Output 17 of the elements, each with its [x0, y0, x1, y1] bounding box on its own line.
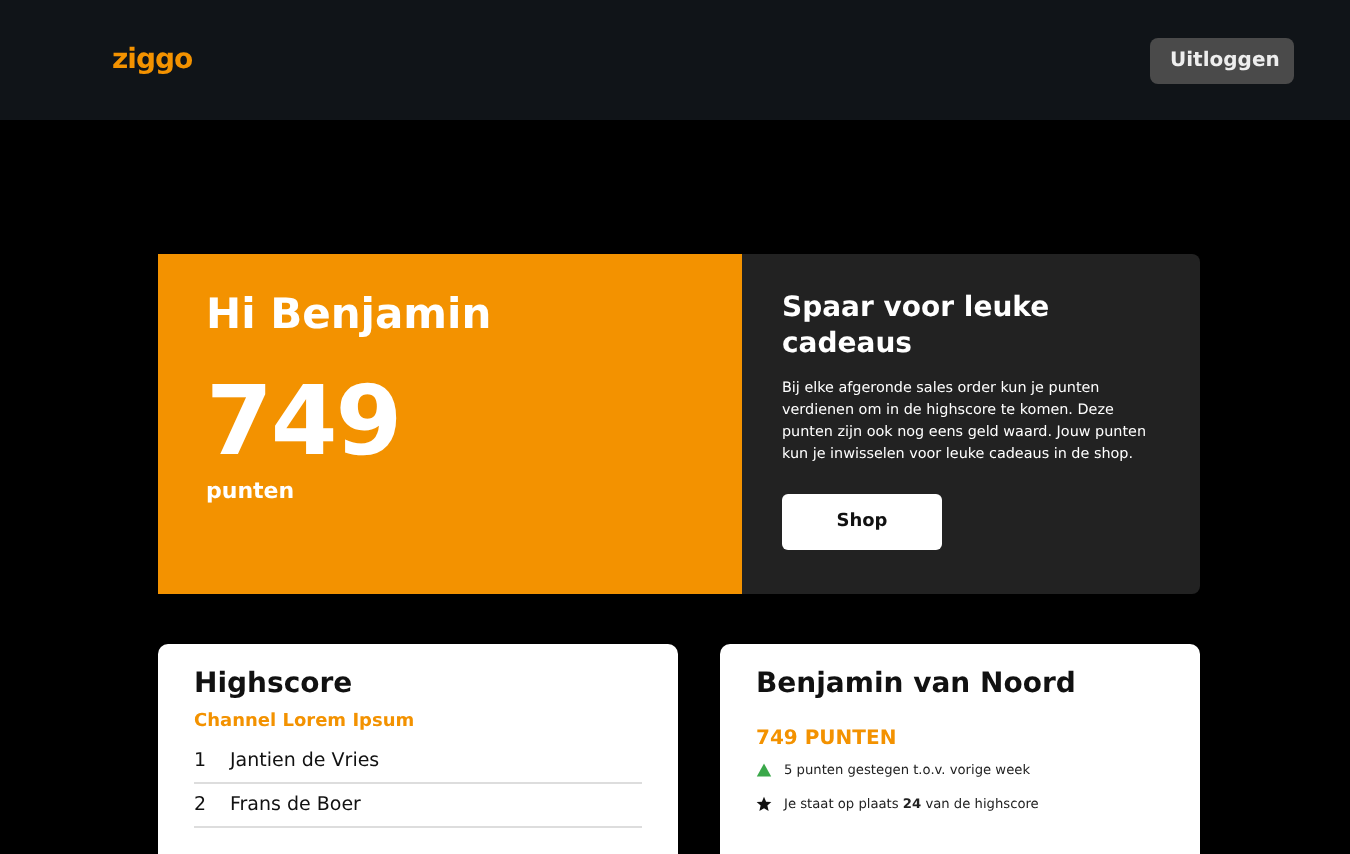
- points-label: punten: [206, 478, 297, 504]
- points-value: 749: [206, 374, 403, 470]
- channel-name: Channel Lorem Ipsum: [194, 712, 417, 732]
- rank-number: 2: [194, 794, 206, 816]
- shop-button[interactable]: Shop: [782, 493, 942, 550]
- card-title: Highscore: [194, 668, 355, 700]
- triangle-up-icon: [756, 762, 772, 778]
- player-name: Frans de Boer: [230, 794, 361, 816]
- profile-points: 749 PUNTEN: [756, 728, 899, 750]
- logout-button[interactable]: Uitloggen: [1150, 37, 1294, 83]
- logo: ziggo: [112, 44, 193, 76]
- profile-name: Benjamin van Noord: [756, 668, 1078, 700]
- player-name: Jantien de Vries: [230, 750, 380, 772]
- info-title: Spaar voor leuke cadeaus: [782, 290, 1052, 363]
- greeting: Hi Benjamin: [206, 290, 494, 338]
- star-icon: [756, 796, 772, 812]
- rank-number: 1: [194, 750, 206, 772]
